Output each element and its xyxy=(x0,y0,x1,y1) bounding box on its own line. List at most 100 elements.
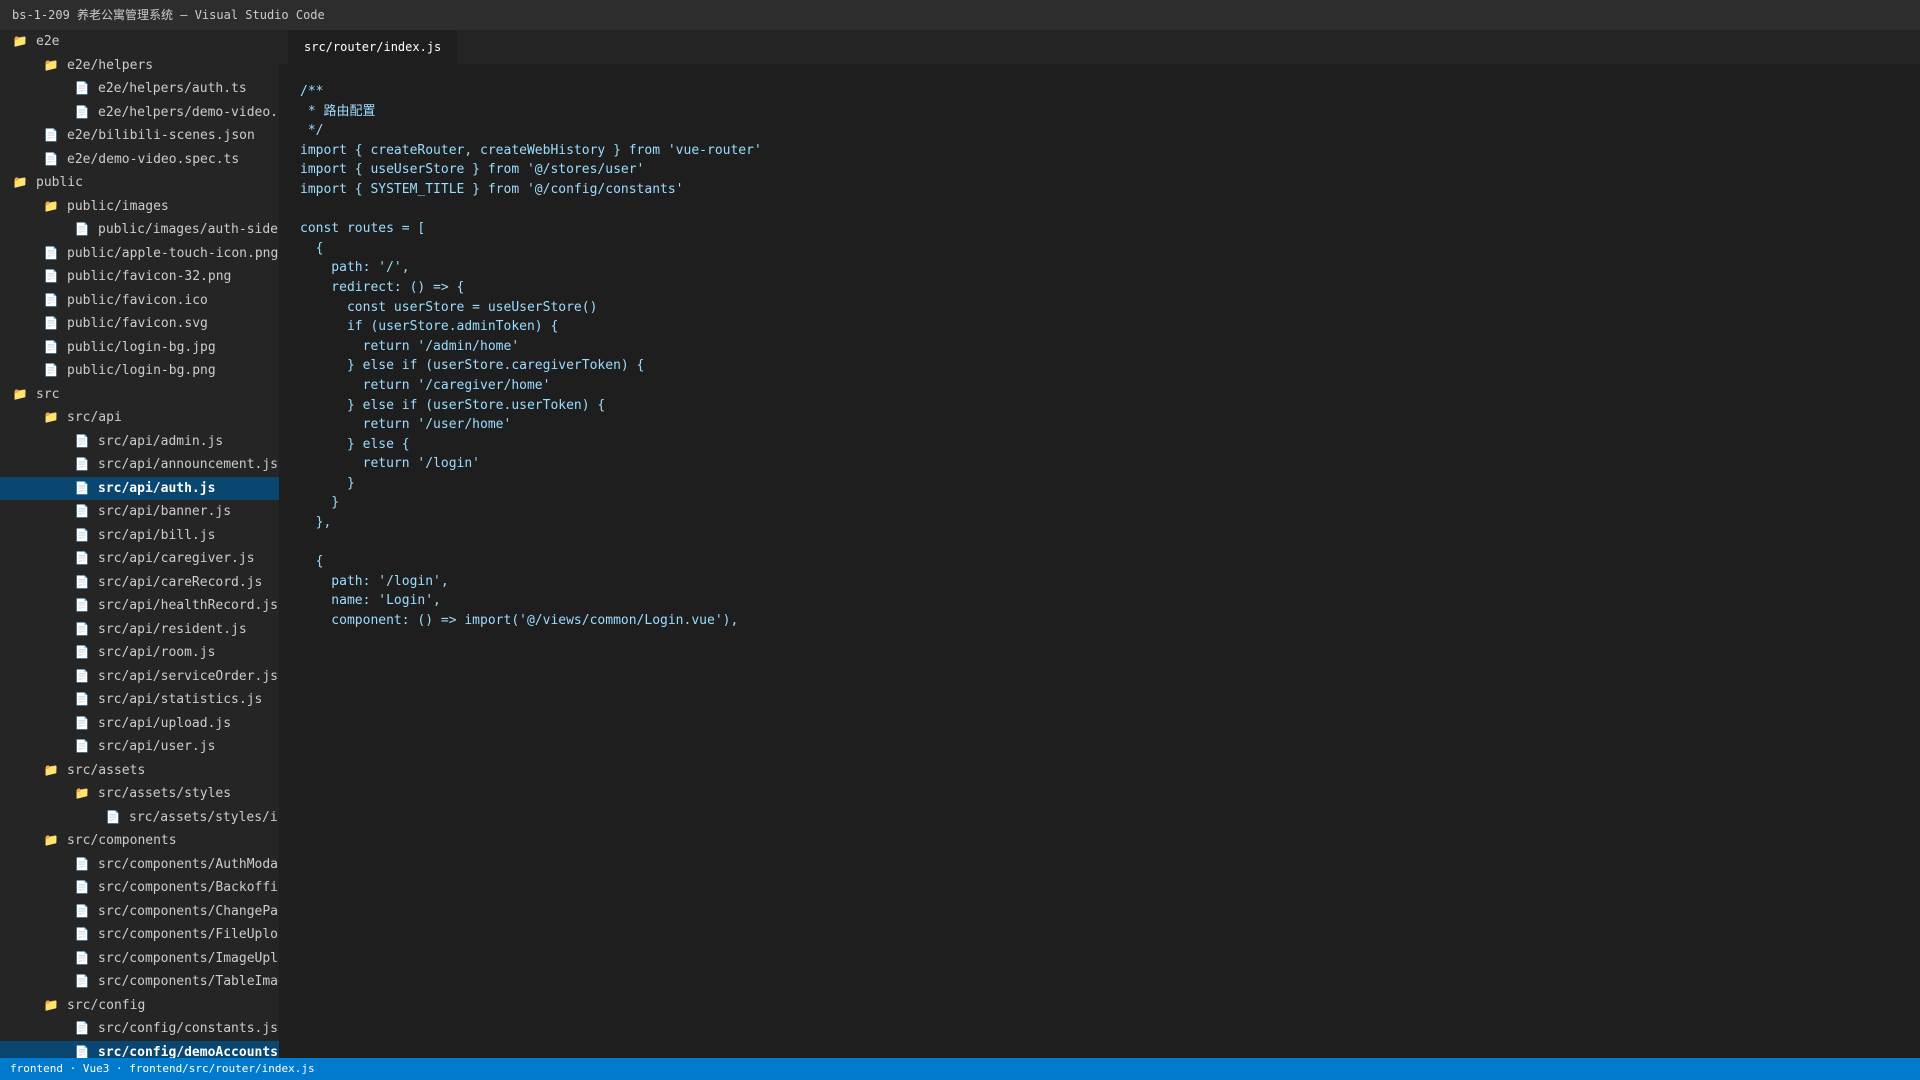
explorer-file-item[interactable]: 📄 src/components/ImageUplo xyxy=(0,947,279,971)
explorer-file-item[interactable]: 📄 src/components/ChangePa xyxy=(0,900,279,924)
editor-tab[interactable]: src/router/index.js xyxy=(288,30,458,64)
explorer-file-item[interactable]: 📄 src/assets/styles/i xyxy=(0,806,279,830)
code-line: /** xyxy=(300,84,324,99)
explorer-file-item[interactable]: 📄 e2e/helpers/auth.ts xyxy=(0,77,279,101)
file-icon: 📄 xyxy=(74,621,90,636)
explorer-file-item[interactable]: 📄 src/api/caregiver.js xyxy=(0,547,279,571)
explorer-item-label: src/components/AuthModa xyxy=(98,856,279,872)
explorer-folder-item[interactable]: 📁 src/assets/styles xyxy=(0,782,279,806)
folder-icon: 📁 xyxy=(12,175,28,189)
file-icon: 📄 xyxy=(74,574,90,589)
code-line: * 路由配置 xyxy=(300,103,376,119)
explorer-item-label: src/api/room.js xyxy=(98,645,216,660)
explorer-file-item[interactable]: 📄 src/api/resident.js xyxy=(0,618,279,642)
explorer-file-item[interactable]: 📄 src/components/AuthModa xyxy=(0,853,279,877)
explorer-item-label: src/config/constants.js xyxy=(98,1021,279,1036)
explorer-file-item[interactable]: 📄 public/favicon.ico xyxy=(0,289,279,313)
folder-icon: 📁 xyxy=(12,34,28,48)
explorer-file-item[interactable]: 📄 src/api/careRecord.js xyxy=(0,571,279,595)
file-icon: 📄 xyxy=(105,809,121,824)
file-icon: 📄 xyxy=(74,739,90,753)
explorer-file-item[interactable]: 📄 src/api/banner.js xyxy=(0,500,279,524)
explorer-item-label: src/assets xyxy=(67,762,146,778)
explorer-item-label: src/api/healthRecord.js xyxy=(98,598,279,613)
explorer-item-label: src/api xyxy=(67,410,122,425)
explorer-file-item[interactable]: 📄 public/favicon.svg xyxy=(0,312,279,336)
code-line: { xyxy=(300,240,324,256)
explorer-folder-item[interactable]: 📁 src xyxy=(0,383,279,407)
explorer-file-item[interactable]: 📄 e2e/demo-video.spec.ts xyxy=(0,148,279,172)
file-icon: 📄 xyxy=(74,927,90,941)
explorer-folder-item[interactable]: 📁 e2e xyxy=(0,30,279,54)
file-icon: 📄 xyxy=(74,950,90,965)
explorer-file-item[interactable]: 📄 src/api/announcement.js xyxy=(0,453,279,477)
folder-icon: 📁 xyxy=(43,997,59,1012)
explorer-file-item[interactable]: 📄 src/api/statistics.js xyxy=(0,688,279,712)
file-icon: 📄 xyxy=(74,551,90,565)
code-line: component: () => import('@/views/common/… xyxy=(300,613,739,629)
explorer-file-item[interactable]: 📄 src/api/user.js xyxy=(0,735,279,759)
explorer-folder-item[interactable]: 📁 src/api xyxy=(0,406,279,430)
explorer-file-item[interactable]: 📄 public/favicon-32.png xyxy=(0,265,279,289)
code-line: name: 'Login', xyxy=(300,593,441,609)
explorer-item-label: src/api/careRecord.js xyxy=(98,574,263,590)
file-icon: 📄 xyxy=(43,269,59,283)
explorer-folder-item[interactable]: 📁 e2e/helpers xyxy=(0,54,279,78)
file-icon: 📄 xyxy=(74,222,90,236)
explorer-file-item[interactable]: 📄 src/config/constants.js xyxy=(0,1017,279,1041)
explorer-item-label: src/api/announcement.js xyxy=(98,457,279,472)
editor-tab-bar: src/router/index.js xyxy=(279,30,1920,64)
code-line: */ xyxy=(300,123,324,139)
file-icon: 📄 xyxy=(74,433,90,448)
explorer-file-item[interactable]: 📄 src/api/serviceOrder.js xyxy=(0,665,279,689)
explorer-file-item[interactable]: 📄 src/components/Backoffic xyxy=(0,876,279,900)
code-line: return '/caregiver/home' xyxy=(300,377,551,393)
folder-icon: 📁 xyxy=(43,198,59,213)
window-title: bs-1-209 养老公寓管理系统 — Visual Studio Code xyxy=(0,0,1920,30)
code-line: redirect: () => { xyxy=(300,279,465,295)
explorer-item-label: src/api/bill.js xyxy=(98,527,216,543)
explorer-item-label: e2e/demo-video.spec.ts xyxy=(67,151,240,167)
explorer-folder-item[interactable]: 📁 public xyxy=(0,171,279,195)
explorer-item-label: src/assets/styles/i xyxy=(129,809,278,825)
code-line: return '/user/home' xyxy=(300,417,512,433)
explorer-item-label: public/favicon.svg xyxy=(67,316,208,331)
explorer-file-item[interactable]: 📄 e2e/bilibili-scenes.json xyxy=(0,124,279,148)
explorer-file-item[interactable]: 📄 e2e/helpers/demo-video. xyxy=(0,101,279,125)
file-icon: 📄 xyxy=(74,480,90,495)
file-icon: 📄 xyxy=(74,974,90,988)
explorer-file-item[interactable]: 📄 src/api/room.js xyxy=(0,641,279,665)
explorer-folder-item[interactable]: 📁 src/components xyxy=(0,829,279,853)
explorer-folder-item[interactable]: 📁 public/images xyxy=(0,195,279,219)
code-line: const routes = [ xyxy=(300,221,426,237)
explorer-folder-item[interactable]: 📁 src/assets xyxy=(0,759,279,783)
explorer-file-item[interactable]: 📄 src/api/admin.js xyxy=(0,430,279,454)
explorer-file-item[interactable]: 📄 public/images/auth-side xyxy=(0,218,279,242)
explorer-file-item[interactable]: 📄 src/components/FileUploa xyxy=(0,923,279,947)
explorer-file-item[interactable]: 📄 public/login-bg.png xyxy=(0,359,279,383)
code-line: return '/login' xyxy=(300,456,481,472)
explorer-file-item[interactable]: 📄 src/config/demoAccounts xyxy=(0,1040,279,1058)
explorer-folder-item[interactable]: 📁 src/config xyxy=(0,994,279,1018)
code-line: { xyxy=(300,554,324,570)
code-line: } else if (userStore.userToken) { xyxy=(300,397,606,413)
explorer-file-item[interactable]: 📄 public/login-bg.jpg xyxy=(0,336,279,360)
file-icon: 📄 xyxy=(74,668,90,683)
explorer-item-label: src/assets/styles xyxy=(98,786,232,801)
explorer-file-item[interactable]: 📄 src/api/bill.js xyxy=(0,524,279,548)
explorer-item-label: src/api/admin.js xyxy=(98,433,224,449)
file-icon: 📄 xyxy=(74,692,90,706)
explorer-file-item[interactable]: 📄 public/apple-touch-icon.png xyxy=(0,242,279,266)
explorer-file-item[interactable]: 📄 src/api/auth.js xyxy=(0,476,279,500)
explorer-item-label: src/api/caregiver.js xyxy=(98,551,255,566)
code-editor[interactable]: /** * 路由配置 */ import { createRouter, crea… xyxy=(300,82,762,631)
explorer-file-item[interactable]: 📄 src/components/TableImag xyxy=(0,970,279,994)
code-line: import { SYSTEM_TITLE } from '@/config/c… xyxy=(300,181,684,197)
explorer-file-item[interactable]: 📄 src/api/healthRecord.js xyxy=(0,594,279,618)
explorer-file-item[interactable]: 📄 src/api/upload.js xyxy=(0,712,279,736)
folder-icon: 📁 xyxy=(12,386,28,401)
explorer-item-label: src/components/ImageUplo xyxy=(98,950,279,966)
explorer-item-label: src/components xyxy=(67,833,177,848)
